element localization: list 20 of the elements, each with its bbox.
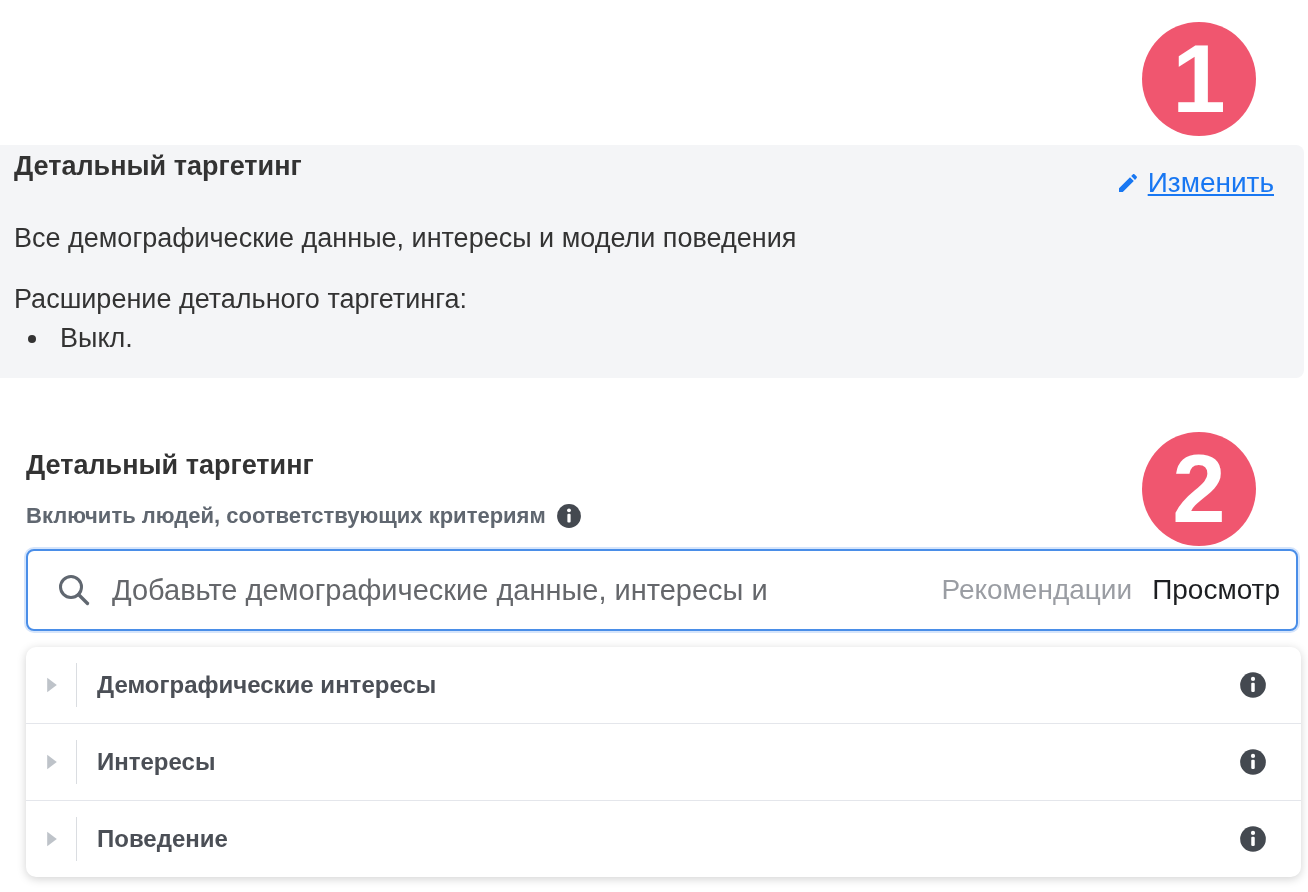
expansion-label: Расширение детального таргетинга: xyxy=(14,284,468,315)
section-title: Детальный таргетинг xyxy=(26,450,315,481)
number-badge: 2 xyxy=(1142,432,1256,546)
info-icon[interactable] xyxy=(1239,671,1267,699)
category-item[interactable]: Интересы xyxy=(97,748,1239,776)
info-icon[interactable] xyxy=(555,503,582,529)
category-item[interactable]: Демографические интересы xyxy=(97,671,1239,699)
browse-tab[interactable]: Просмотр xyxy=(1152,574,1280,606)
info-icon[interactable] xyxy=(1239,825,1267,853)
info-icon[interactable] xyxy=(1239,748,1267,776)
category-item[interactable]: Поведение xyxy=(97,825,1239,853)
edit-link[interactable]: Изменить xyxy=(1115,167,1274,199)
expansion-value: Выкл. xyxy=(60,323,133,354)
section-title: Детальный таргетинг xyxy=(14,151,302,182)
search-field[interactable]: Добавьте демографические данные, интересы и Рекомендации Просмотр xyxy=(26,549,1298,631)
bullet-icon xyxy=(28,334,36,343)
number-badge: 1 xyxy=(1142,22,1256,136)
search-icon xyxy=(56,572,92,608)
include-label: Включить людей, соответствующих критериям xyxy=(26,503,546,529)
targeting-description: Все демографические данные, интересы и модели поведения xyxy=(14,223,798,254)
